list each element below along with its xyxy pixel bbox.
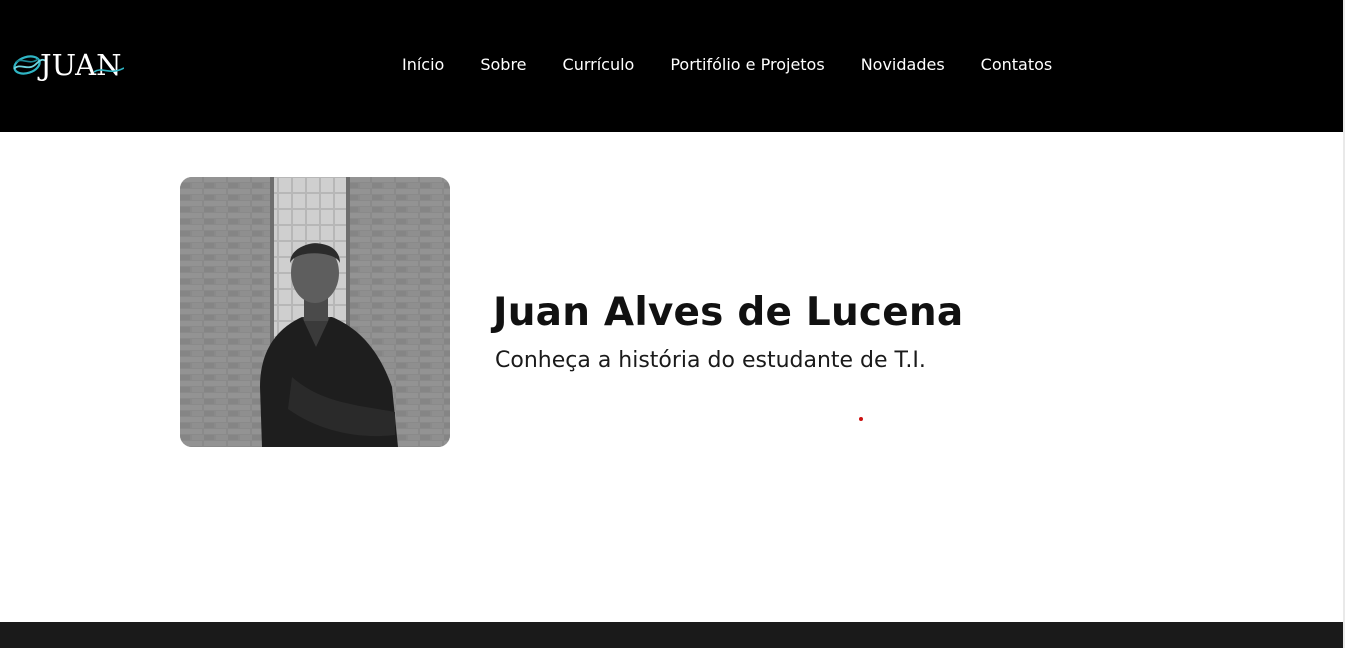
profile-photo [180,177,450,447]
nav-item-contatos[interactable]: Contatos [963,50,1071,80]
nav-item-novidades[interactable]: Novidades [843,50,963,80]
nav-item-curriculo[interactable]: Currículo [545,50,653,80]
decorative-dot [859,417,863,421]
main-nav: Início Sobre Currículo Portifólio e Proj… [384,50,1070,80]
nav-item-inicio[interactable]: Início [384,50,462,80]
hero-subtitle: Conheça a história do estudante de T.I. [495,348,926,373]
page: JUAN Início Sobre Currículo Portifólio e… [0,0,1345,648]
hero-name: Juan Alves de Lucena [493,290,964,335]
nav-item-sobre[interactable]: Sobre [462,50,544,80]
profile-photo-image [180,177,450,447]
site-logo[interactable]: JUAN [12,44,124,86]
site-header: JUAN Início Sobre Currículo Portifólio e… [0,0,1343,132]
logo-swoosh-icon [94,67,124,73]
site-footer [0,622,1343,648]
nav-item-portifolio[interactable]: Portifólio e Projetos [652,50,842,80]
